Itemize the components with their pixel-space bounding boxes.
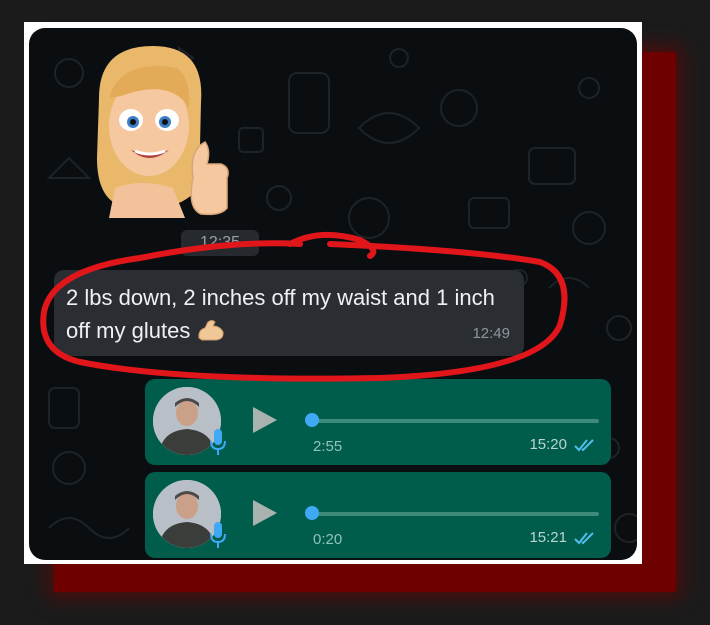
- time-pill: 12:35: [181, 230, 259, 256]
- voice-note-2[interactable]: 0:20 15:21: [145, 472, 611, 558]
- double-check-read-icon: [574, 532, 594, 545]
- progress-knob[interactable]: [305, 413, 319, 427]
- play-icon[interactable]: [251, 405, 279, 435]
- microphone-icon: [210, 522, 226, 548]
- voice-time: 15:21: [529, 529, 567, 546]
- chat-panel[interactable]: 12:35 2 lbs down, 2 inches off my waist …: [29, 28, 637, 560]
- progress-track[interactable]: [313, 512, 599, 516]
- voice-duration: 2:55: [313, 438, 343, 455]
- double-check-read-icon: [574, 439, 594, 452]
- incoming-message-text: 2 lbs down, 2 inches off my waist and 1 …: [66, 281, 506, 347]
- progress-knob[interactable]: [305, 506, 319, 520]
- incoming-message-time: 12:49: [472, 325, 510, 342]
- voice-time: 15:20: [529, 436, 567, 453]
- incoming-message-bubble[interactable]: 2 lbs down, 2 inches off my waist and 1 …: [54, 270, 524, 356]
- memoji-thumbs-up-sticker[interactable]: [81, 38, 231, 218]
- microphone-icon: [210, 429, 226, 455]
- progress-track[interactable]: [313, 419, 599, 423]
- play-icon[interactable]: [251, 498, 279, 528]
- flexed-biceps-icon: [198, 320, 224, 341]
- voice-duration: 0:20: [313, 531, 343, 548]
- voice-note-1[interactable]: 2:55 15:20: [145, 379, 611, 465]
- message-text: 2 lbs down, 2 inches off my waist and 1 …: [66, 285, 495, 343]
